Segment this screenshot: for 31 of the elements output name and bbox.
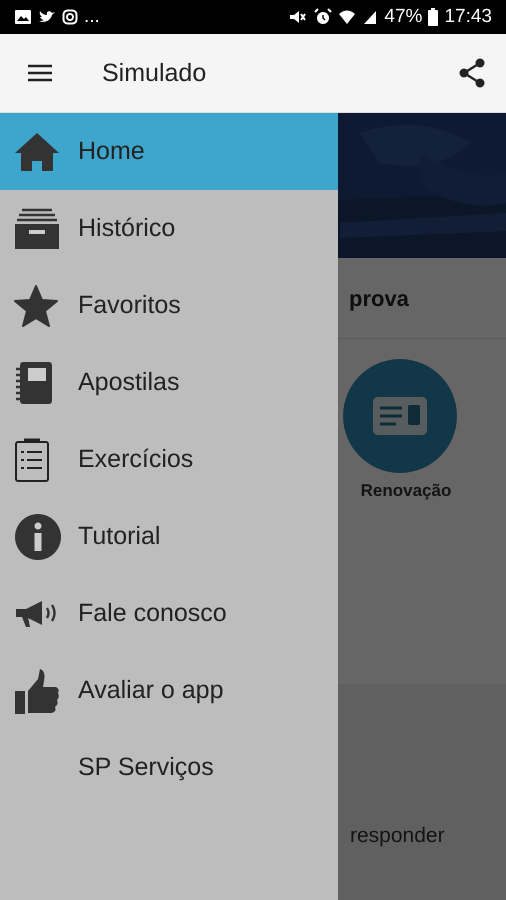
share-icon[interactable] [458, 58, 486, 88]
drawer-item[interactable]: Avaliar o app [0, 652, 338, 729]
drawer-item[interactable]: Tutorial [0, 498, 338, 575]
drawer-item[interactable]: SP Serviços [0, 729, 338, 806]
camera-icon [62, 9, 78, 25]
app-title: Simulado [102, 58, 208, 88]
home-icon [14, 130, 60, 172]
info-icon [14, 512, 62, 560]
bird-icon [38, 9, 56, 25]
mute-icon [288, 9, 308, 25]
battery-icon [428, 8, 438, 26]
more-notifications-text: ... [84, 6, 100, 28]
thumbs-up-icon [14, 666, 60, 714]
alarm-icon [314, 8, 332, 26]
description-text: responder [349, 824, 446, 848]
exam-type-label: Renovação [360, 481, 452, 501]
star-icon [14, 284, 58, 326]
image-icon [14, 9, 32, 25]
drawer-item[interactable]: Apostilas [0, 344, 338, 421]
wifi-icon [338, 9, 356, 25]
drawer-cabinet-icon [14, 208, 60, 250]
drawer-item[interactable]: Home [0, 113, 338, 190]
drawer-item[interactable]: Exercícios [0, 421, 338, 498]
checklist-icon [14, 438, 50, 482]
signal-icon [362, 9, 378, 25]
notebook-icon [14, 360, 54, 404]
battery-percent: 47% [384, 6, 422, 28]
menu-icon[interactable] [27, 63, 53, 83]
clock: 17:43 [444, 6, 492, 28]
drawer-item[interactable]: Fale conosco [0, 575, 338, 652]
id-card-icon [372, 396, 428, 436]
